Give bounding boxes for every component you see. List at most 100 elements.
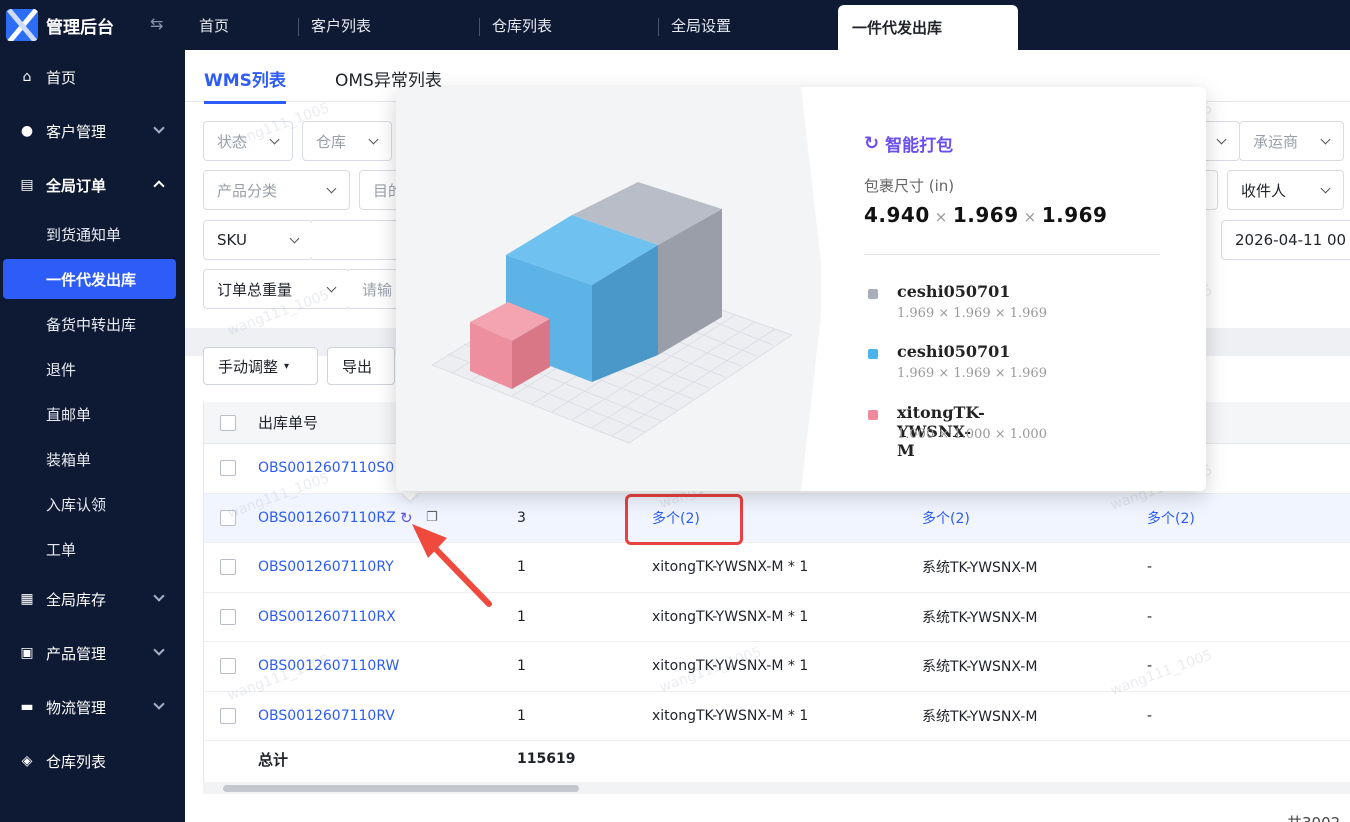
qty-cell: 3 xyxy=(517,509,526,526)
sidebar-sub-ticket[interactable]: 工单 xyxy=(0,527,185,572)
package-dimensions: 4.940 × 1.969 × 1.969 xyxy=(864,203,1107,227)
tab-home[interactable]: 首页 xyxy=(199,0,229,50)
qty-cell: 1 xyxy=(517,559,526,576)
inventory-icon: ▦ xyxy=(20,591,34,607)
product-cell: 系统TK-YWSNX-M xyxy=(922,708,1038,725)
item-name: ceshi050701 xyxy=(897,282,1011,301)
chevron-down-icon xyxy=(153,122,165,134)
sku-cell: xitongTK-YWSNX-M * 1 xyxy=(652,707,809,724)
sidebar-item-customers[interactable]: ● 客户管理 xyxy=(0,104,185,158)
scrollbar-thumb[interactable] xyxy=(223,785,579,792)
extra-cell: - xyxy=(1147,658,1153,675)
tab-customers[interactable]: 客户列表 xyxy=(311,0,371,50)
dim-height: 1.969 xyxy=(1041,203,1108,227)
order-link[interactable]: OBS0012607110RY xyxy=(258,543,394,592)
carrier-filter-label: 承运商 xyxy=(1253,132,1299,151)
export-button[interactable]: 导出 xyxy=(327,347,395,385)
chevron-up-icon xyxy=(153,180,165,192)
smart-pack-icon[interactable]: ↻ xyxy=(400,494,413,543)
tab-divider xyxy=(479,18,480,36)
manual-adjust-button[interactable]: 手动调整 ▾ xyxy=(203,347,318,385)
dim-separator: × xyxy=(1023,208,1037,226)
sku-input[interactable] xyxy=(312,220,402,260)
sidebar-item-label: 全局订单 xyxy=(46,176,107,195)
dim-separator: × xyxy=(934,208,948,226)
order-link[interactable]: OBS0012607110RW xyxy=(258,642,399,691)
receiver-filter-label: 收件人 xyxy=(1241,181,1287,200)
table-row[interactable]: OBS0012607110RY 1 xitongTK-YWSNX-M * 1 系… xyxy=(204,543,1350,593)
copy-icon[interactable]: ❐ xyxy=(426,494,438,543)
sidebar-sub-direct-mail[interactable]: 直邮单 xyxy=(0,392,185,437)
order-link[interactable]: OBS0012607110S0 xyxy=(258,444,394,493)
weight-select-label: 订单总重量 xyxy=(217,280,293,299)
product-multi-link[interactable]: 多个(2) xyxy=(922,494,970,543)
total-label: 总计 xyxy=(258,750,289,769)
order-link[interactable]: OBS0012607110RX xyxy=(258,593,396,642)
tab-divider xyxy=(658,18,659,36)
warehouse-icon: ◈ xyxy=(21,753,33,769)
row-checkbox[interactable] xyxy=(220,608,236,625)
row-checkbox[interactable] xyxy=(220,658,236,674)
subtab-wms[interactable]: WMS列表 xyxy=(204,66,286,104)
sidebar-sub-claim[interactable]: 入库认领 xyxy=(0,482,185,527)
sidebar-item-inventory[interactable]: ▦ 全局库存 xyxy=(0,572,185,626)
order-link[interactable]: OBS0012607110RZ xyxy=(258,494,396,543)
tab-warehouses[interactable]: 仓库列表 xyxy=(492,0,552,50)
sidebar-sub-transfer[interactable]: 备货中转出库 xyxy=(0,302,185,347)
chevron-down-icon xyxy=(153,590,165,602)
weight-select[interactable]: 订单总重量 xyxy=(203,269,350,309)
chevron-down-icon xyxy=(153,698,165,710)
chevron-down-icon xyxy=(1320,134,1331,145)
status-filter-label: 状态 xyxy=(217,132,248,151)
product-cell: 系统TK-YWSNX-M xyxy=(922,659,1038,676)
qty-cell: 1 xyxy=(517,608,526,625)
caret-down-icon: ▾ xyxy=(284,360,290,372)
sidebar-item-home[interactable]: ⌂ 首页 xyxy=(0,50,185,104)
extra-multi-link[interactable]: 多个(2) xyxy=(1147,494,1195,543)
product-cell: 系统TK-YWSNX-M xyxy=(922,560,1038,577)
tab-dropship[interactable]: 一件代发出库 xyxy=(838,5,1018,50)
sidebar-item-label: 物流管理 xyxy=(46,698,107,717)
sidebar-item-warehouses[interactable]: ◈ 仓库列表 xyxy=(0,734,185,788)
row-checkbox[interactable] xyxy=(220,509,236,526)
row-checkbox[interactable] xyxy=(220,460,236,476)
sidebar-sub-packing[interactable]: 装箱单 xyxy=(0,437,185,482)
sku-cell: xitongTK-YWSNX-M * 1 xyxy=(652,559,809,576)
smart-pack-icon: ↻ xyxy=(864,133,880,154)
carrier-filter[interactable]: 承运商 xyxy=(1239,121,1344,161)
horizontal-scrollbar[interactable] xyxy=(203,782,1350,794)
table-row[interactable]: OBS0012607110RV 1 xitongTK-YWSNX-M * 1 系… xyxy=(204,691,1350,741)
app-title: 管理后台 xyxy=(46,17,114,38)
product-cell: 系统TK-YWSNX-M xyxy=(922,609,1038,626)
package-3d-illustration xyxy=(431,87,824,491)
table-row[interactable]: OBS0012607110RX 1 xitongTK-YWSNX-M * 1 系… xyxy=(204,592,1350,642)
popover-divider xyxy=(864,254,1160,255)
collapse-sidebar-icon[interactable]: ⇆ xyxy=(150,14,163,33)
status-filter[interactable]: 状态 xyxy=(203,121,293,161)
home-icon: ⌂ xyxy=(22,69,32,85)
table-row[interactable]: OBS0012607110RW 1 xitongTK-YWSNX-M * 1 系… xyxy=(204,642,1350,692)
sku-cell: xitongTK-YWSNX-M * 1 xyxy=(652,658,809,675)
row-checkbox[interactable] xyxy=(220,707,236,724)
sidebar-sub-arrival[interactable]: 到货通知单 xyxy=(0,212,185,257)
table-row[interactable]: OBS0012607110RZ ↻ ❐ 3 多个(2) 多个(2) 多个(2) xyxy=(204,493,1350,543)
sidebar-item-orders[interactable]: ▤ 全局订单 xyxy=(0,158,185,212)
receiver-filter[interactable]: 收件人 xyxy=(1227,170,1344,210)
date-range-input[interactable]: 2026-04-11 00 xyxy=(1221,220,1350,260)
row-checkbox[interactable] xyxy=(220,559,236,575)
sidebar-item-products[interactable]: ▣ 产品管理 xyxy=(0,626,185,680)
item-dims: 1.969 × 1.969 × 1.969 xyxy=(897,306,1047,321)
sidebar-item-label: 仓库列表 xyxy=(46,752,107,771)
sku-select[interactable]: SKU xyxy=(203,220,313,260)
tab-settings[interactable]: 全局设置 xyxy=(671,0,731,50)
select-all-checkbox[interactable] xyxy=(220,415,236,431)
warehouse-filter[interactable]: 仓库 xyxy=(302,121,392,161)
total-value: 115619 xyxy=(517,751,576,767)
sidebar-sub-dropship[interactable]: 一件代发出库 xyxy=(3,259,176,299)
order-link[interactable]: OBS0012607110RV xyxy=(258,692,395,741)
sidebar-item-label: 产品管理 xyxy=(46,644,107,663)
category-filter[interactable]: 产品分类 xyxy=(203,170,350,210)
sidebar-item-logistics[interactable]: ▬ 物流管理 xyxy=(0,680,185,734)
sidebar-sub-returns[interactable]: 退件 xyxy=(0,347,185,392)
users-icon: ● xyxy=(20,123,34,139)
